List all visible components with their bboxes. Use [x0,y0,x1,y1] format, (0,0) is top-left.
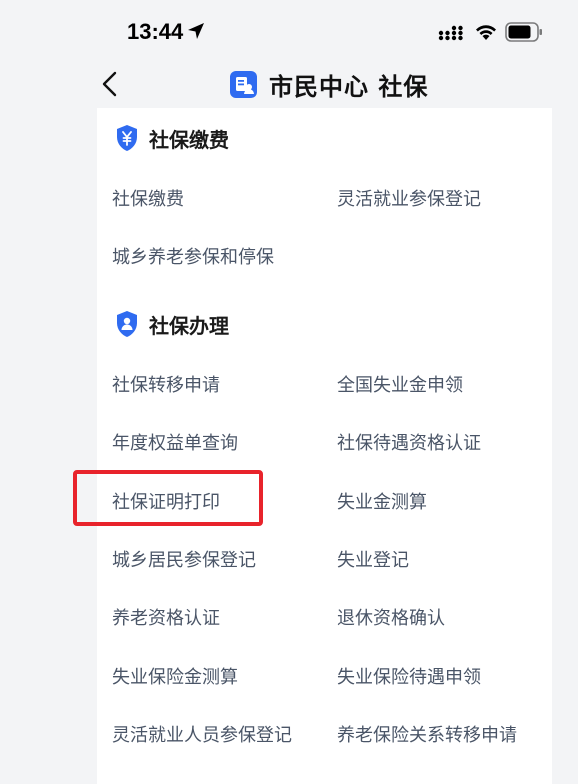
shield-user-icon [117,311,137,337]
page-title: 市民中心 社保 [269,72,429,101]
menu-item-unemployment-insurance-calc[interactable]: 失业保险金测算 [112,663,238,689]
highlight-annotation-box [73,470,263,526]
cellular-signal-icon [438,25,463,41]
back-arrow-icon[interactable] [96,70,124,98]
battery-icon [505,22,542,42]
wifi-icon [476,25,496,40]
menu-item-social-security-payment[interactable]: 社保缴费 [112,185,184,211]
location-arrow-icon [188,23,204,39]
menu-item-annual-statement-query[interactable]: 年度权益单查询 [112,429,238,455]
menu-item-transfer-application[interactable]: 社保转移申请 [112,371,220,397]
status-bar: 13:44 [0,0,578,60]
menu-item-retirement-confirmation[interactable]: 退休资格确认 [337,604,445,630]
menu-item-unemployment-registration[interactable]: 失业登记 [337,546,409,572]
content-card: 社保缴费 社保缴费 灵活就业参保登记 城乡养老参保和停保 社保办理 社保转移申请… [97,108,552,784]
navigation-bar: 市民中心 社保 [0,60,578,108]
menu-item-resident-enrollment[interactable]: 城乡居民参保登记 [112,546,256,572]
status-time: 13:44 [127,19,184,44]
menu-item-national-unemployment-claim[interactable]: 全国失业金申领 [337,371,463,397]
menu-item-flexible-employment-registration[interactable]: 灵活就业参保登记 [337,185,481,211]
shield-yuan-icon [117,125,137,151]
citizen-center-logo-icon [230,70,257,98]
menu-item-pension-relation-transfer[interactable]: 养老保险关系转移申请 [337,721,517,747]
menu-item-flexible-staff-enrollment[interactable]: 灵活就业人员参保登记 [112,721,292,747]
section-header-handling: 社保办理 [115,309,229,339]
menu-item-unemployment-calculation[interactable]: 失业金测算 [337,488,427,514]
menu-item-benefit-qualification[interactable]: 社保待遇资格认证 [337,429,481,455]
nav-title-group: 市民中心 社保 [230,68,429,101]
menu-item-unemployment-insurance-claim[interactable]: 失业保险待遇申领 [337,663,481,689]
section-title: 社保办理 [149,313,229,338]
menu-item-urban-rural-pension[interactable]: 城乡养老参保和停保 [112,243,274,269]
menu-item-pension-qualification[interactable]: 养老资格认证 [112,604,220,630]
section-title: 社保缴费 [149,127,229,152]
section-header-payment: 社保缴费 [115,123,229,153]
